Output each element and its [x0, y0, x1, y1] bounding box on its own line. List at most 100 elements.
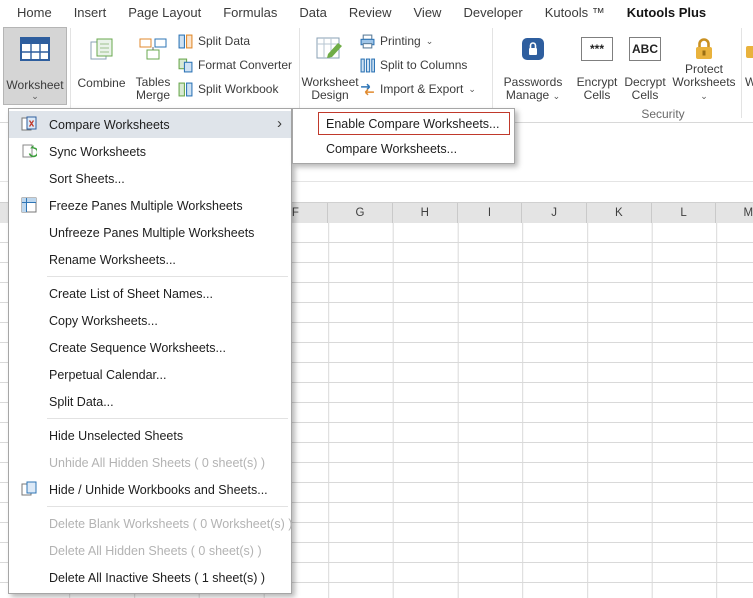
ribbon-group-separator — [741, 28, 742, 118]
chevron-down-icon: ⌄ — [700, 91, 708, 101]
worksheet-icon — [20, 35, 50, 63]
tables-merge-icon — [139, 35, 167, 63]
menu-item-create-sequence-worksheets[interactable]: Create Sequence Worksheets... — [9, 334, 291, 361]
menu-item-unfreeze-panes-multiple[interactable]: Unfreeze Panes Multiple Worksheets — [9, 219, 291, 246]
menu-item-label: Perpetual Calendar... — [49, 367, 167, 382]
tab-developer[interactable]: Developer — [452, 0, 533, 26]
printing-button[interactable]: Printing ⌄ — [360, 30, 433, 52]
format-converter-button[interactable]: Format Converter — [178, 54, 292, 76]
worksheet-design-label-line2: Design — [311, 88, 349, 102]
ribbon-group-separator — [492, 28, 493, 118]
menu-item-label: Unfreeze Panes Multiple Worksheets — [49, 225, 255, 240]
split-to-columns-icon — [360, 58, 375, 73]
menu-item-label: Rename Worksheets... — [49, 252, 176, 267]
printer-icon — [360, 34, 375, 49]
menu-item-sort-sheets[interactable]: Sort Sheets... — [9, 165, 291, 192]
menu-item-delete-all-inactive-sheets[interactable]: Delete All Inactive Sheets ( 1 sheet(s) … — [9, 564, 291, 591]
worksheet-dropdown-menu: Compare Worksheets › Sync Worksheets Sor… — [8, 108, 292, 594]
column-header-h[interactable]: H — [393, 203, 458, 223]
partial-button-icon — [745, 35, 753, 63]
menu-separator — [47, 506, 288, 507]
column-header-k[interactable]: K — [587, 203, 652, 223]
split-data-label: Split Data — [198, 34, 251, 48]
ribbon-tab-bar: Home Insert Page Layout Formulas Data Re… — [0, 0, 753, 26]
menu-item-label: Compare Worksheets — [49, 117, 170, 132]
combine-button-label: Combine — [77, 76, 126, 90]
ribbon-group-separator — [70, 28, 71, 118]
menu-item-copy-worksheets[interactable]: Copy Worksheets... — [9, 307, 291, 334]
menu-item-sync-worksheets[interactable]: Sync Worksheets — [9, 138, 291, 165]
tab-kutools[interactable]: Kutools ™ — [534, 0, 616, 26]
column-header-l[interactable]: L — [652, 203, 717, 223]
menu-item-delete-all-hidden-sheets: Delete All Hidden Sheets ( 0 sheet(s) ) — [9, 537, 291, 564]
menu-item-split-data[interactable]: Split Data... — [9, 388, 291, 415]
menu-separator — [47, 276, 288, 277]
submenu-arrow-icon: › — [277, 115, 282, 132]
tab-page-layout[interactable]: Page Layout — [117, 0, 212, 26]
protect-worksheets-button[interactable]: Protect Worksheets ⌄ — [669, 28, 739, 104]
menu-item-hide-unhide-workbooks-and-sheets[interactable]: Hide / Unhide Workbooks and Sheets... — [9, 476, 291, 503]
tab-formulas[interactable]: Formulas — [212, 0, 288, 26]
partial-button[interactable]: W — [745, 28, 753, 104]
menu-item-label: Unhide All Hidden Sheets ( 0 sheet(s) ) — [49, 455, 266, 470]
tables-merge-button[interactable]: Tables Merge — [130, 28, 176, 104]
split-data-button[interactable]: Split Data — [178, 30, 250, 52]
tab-data[interactable]: Data — [288, 0, 337, 26]
menu-item-label: Split Data... — [49, 394, 114, 409]
passwords-manage-label-line2: Manage — [505, 88, 550, 102]
column-header-m[interactable]: M — [716, 203, 753, 223]
encrypt-cells-label-line2: Cells — [583, 88, 611, 102]
menu-item-label: Freeze Panes Multiple Worksheets — [49, 198, 243, 213]
menu-item-freeze-panes-multiple[interactable]: Freeze Panes Multiple Worksheets — [9, 192, 291, 219]
combine-button[interactable]: Combine — [74, 28, 129, 104]
partial-button-label: W — [745, 75, 753, 89]
column-header-j[interactable]: J — [522, 203, 587, 223]
split-workbook-icon — [178, 82, 193, 97]
tab-view[interactable]: View — [403, 0, 453, 26]
menu-item-delete-blank-worksheets: Delete Blank Worksheets ( 0 Worksheet(s)… — [9, 510, 292, 537]
import-export-icon — [360, 82, 375, 97]
passwords-lock-icon — [520, 35, 546, 63]
menu-item-rename-worksheets[interactable]: Rename Worksheets... — [9, 246, 291, 273]
chevron-down-icon: ⌄ — [425, 35, 434, 46]
worksheet-button[interactable]: Worksheet ⌄ — [3, 27, 67, 105]
compare-worksheets-submenu: Enable Compare Worksheets... Compare Wor… — [292, 108, 515, 164]
protect-worksheets-label-line2: Worksheets — [672, 75, 736, 89]
column-header-g[interactable]: G — [328, 203, 393, 223]
tab-review[interactable]: Review — [338, 0, 403, 26]
split-workbook-label: Split Workbook — [198, 82, 279, 96]
format-converter-icon — [178, 58, 193, 73]
submenu-item-compare-worksheets[interactable]: Compare Worksheets... — [293, 136, 514, 161]
menu-item-label: Create Sequence Worksheets... — [49, 340, 226, 355]
menu-item-label: Delete All Hidden Sheets ( 0 sheet(s) ) — [49, 543, 262, 558]
decrypt-cells-button[interactable]: ABC Decrypt Cells — [623, 28, 667, 104]
menu-item-label: Delete All Inactive Sheets ( 1 sheet(s) … — [49, 570, 266, 585]
tab-insert[interactable]: Insert — [63, 0, 118, 26]
split-to-columns-button[interactable]: Split to Columns — [360, 54, 467, 76]
sync-worksheets-icon — [21, 143, 37, 159]
chevron-down-icon: ⌄ — [468, 83, 476, 94]
import-export-label: Import & Export — [380, 82, 464, 96]
ribbon-group-separator — [299, 28, 300, 118]
menu-item-perpetual-calendar[interactable]: Perpetual Calendar... — [9, 361, 291, 388]
menu-item-compare-worksheets[interactable]: Compare Worksheets › — [9, 111, 291, 138]
chevron-down-icon: ⌄ — [31, 91, 39, 101]
encrypt-cells-button[interactable]: *** Encrypt Cells — [572, 28, 622, 104]
menu-item-create-list-of-sheet-names[interactable]: Create List of Sheet Names... — [9, 280, 291, 307]
worksheet-design-button[interactable]: Worksheet Design — [301, 28, 359, 104]
tab-kutools-plus[interactable]: Kutools Plus — [616, 0, 717, 26]
submenu-item-enable-compare-worksheets[interactable]: Enable Compare Worksheets... — [293, 111, 514, 136]
format-converter-label: Format Converter — [198, 58, 293, 72]
import-export-button[interactable]: Import & Export ⌄ — [360, 78, 476, 100]
menu-item-unhide-all-hidden-sheets: Unhide All Hidden Sheets ( 0 sheet(s) ) — [9, 449, 291, 476]
tab-home[interactable]: Home — [6, 0, 63, 26]
menu-item-label: Sort Sheets... — [49, 171, 125, 186]
decrypt-cells-label-line2: Cells — [631, 88, 659, 102]
passwords-manage-button[interactable]: Passwords Manage ⌄ — [498, 28, 568, 104]
column-header-i[interactable]: I — [458, 203, 523, 223]
split-to-columns-label: Split to Columns — [380, 58, 468, 72]
menu-item-hide-unselected-sheets[interactable]: Hide Unselected Sheets — [9, 422, 291, 449]
combine-icon — [89, 35, 115, 63]
menu-item-label: Create List of Sheet Names... — [49, 286, 213, 301]
split-workbook-button[interactable]: Split Workbook — [178, 78, 278, 100]
